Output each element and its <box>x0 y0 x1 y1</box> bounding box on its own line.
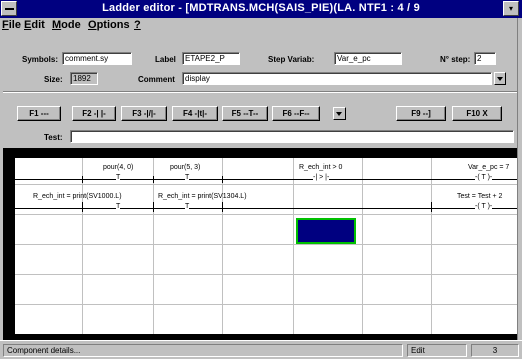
rung-1-element-1-label: pour(4, 0) <box>103 164 134 171</box>
status-mode: Edit <box>407 344 467 357</box>
grid-line <box>13 214 517 215</box>
comment-dropdown-button[interactable] <box>494 72 506 85</box>
grid-line <box>13 184 517 185</box>
left-power-rail <box>13 158 15 334</box>
step-number-field[interactable]: 2 <box>474 52 496 65</box>
label-field[interactable]: ETAPE2_P <box>182 52 240 65</box>
rung-2-element-3-label: Test = Test + 2 <box>457 193 503 200</box>
rung-2-element-3-symbol[interactable]: -( T )- <box>475 203 493 210</box>
menu-edit[interactable]: Edit <box>24 19 45 31</box>
toolbar-more-dropdown[interactable] <box>333 107 346 120</box>
menu-help[interactable]: ? <box>134 19 141 31</box>
f10-delete-button[interactable]: F10 X <box>452 106 502 121</box>
rung-2-element-2-symbol[interactable]: T <box>185 203 190 210</box>
step-variable-field[interactable]: Var_e_pc <box>334 52 402 65</box>
size-field: 1892 <box>70 72 98 85</box>
f9-jump-button[interactable]: F9 --] <box>396 106 446 121</box>
menu-options[interactable]: Options <box>88 19 130 31</box>
label-label: Label <box>155 55 176 64</box>
status-message: Component details... <box>3 344 403 357</box>
test-field[interactable] <box>70 130 514 143</box>
step-variable-label: Step Variab: <box>268 55 315 64</box>
size-label: Size: <box>44 75 63 84</box>
rung-2-element-2-label: R_ech_int = print(SV1304.L) <box>158 193 247 200</box>
f6-coil-false-button[interactable]: F6 --F-- <box>272 106 320 121</box>
rung-tick <box>153 202 154 212</box>
separator <box>3 91 517 92</box>
rung-1-element-3-label: R_ech_int > 0 <box>299 164 343 171</box>
rung-1-element-2-symbol[interactable]: T <box>185 174 190 181</box>
rung-tick <box>222 176 223 183</box>
f5-coil-true-button[interactable]: F5 --T-- <box>222 106 268 121</box>
symbols-field[interactable]: comment.sy <box>62 52 132 65</box>
grid-line <box>13 304 517 305</box>
rung-1-element-1-symbol[interactable]: T <box>116 174 121 181</box>
comment-field[interactable]: display <box>182 72 492 85</box>
system-menu-button[interactable] <box>1 1 17 16</box>
grid-line <box>13 244 517 245</box>
rung-1-element-4-symbol[interactable]: -( T )- <box>475 174 493 181</box>
f4-contact-edge-button[interactable]: F4 -|t|- <box>172 106 218 121</box>
status-extra: 3 <box>471 344 519 357</box>
symbols-label: Symbols: <box>22 55 59 64</box>
minimize-button[interactable]: ▾ <box>503 1 519 16</box>
window-scrollbar[interactable] <box>517 18 522 340</box>
f1-line-button[interactable]: F1 --- <box>17 106 61 121</box>
rung-tick <box>222 202 223 212</box>
rung-tick <box>82 176 83 183</box>
rung-2-element-1-label: R_ech_int = print(SV1000.L) <box>33 193 122 200</box>
window-title: Ladder editor - [MDTRANS.MCH(SAIS_PIE)(L… <box>102 2 420 14</box>
f2-contact-no-button[interactable]: F2 -| |- <box>72 106 116 121</box>
title-bar: Ladder editor - [MDTRANS.MCH(SAIS_PIE)(L… <box>0 0 522 18</box>
step-number-label: N° step: <box>440 55 471 64</box>
rung-1-element-3-symbol[interactable]: -| > |- <box>313 174 330 181</box>
rung-tick <box>431 202 432 212</box>
menu-bar: File Edit Mode Options ? <box>0 18 522 34</box>
rung-tick <box>82 202 83 212</box>
rung-tick <box>153 176 154 183</box>
rung-2-wire <box>13 208 517 209</box>
menu-mode[interactable]: Mode <box>52 19 81 31</box>
rung-1-wire <box>13 179 517 180</box>
rung-2-element-1-symbol[interactable]: T <box>116 203 121 210</box>
test-label: Test: <box>44 133 63 142</box>
grid-line <box>13 274 517 275</box>
status-bar: Component details... Edit 3 <box>0 340 522 359</box>
f3-contact-nc-button[interactable]: F3 -|/|- <box>121 106 167 121</box>
comment-label: Comment <box>138 75 175 84</box>
ladder-selection-cursor[interactable] <box>296 218 356 244</box>
menu-file[interactable]: File <box>2 19 21 31</box>
rung-1-element-2-label: pour(5, 3) <box>170 164 201 171</box>
ladder-diagram[interactable]: pour(4, 0) T pour(5, 3) T R_ech_int > 0 … <box>13 158 517 334</box>
rung-1-element-4-label: Var_e_pc = 7 <box>468 164 510 171</box>
